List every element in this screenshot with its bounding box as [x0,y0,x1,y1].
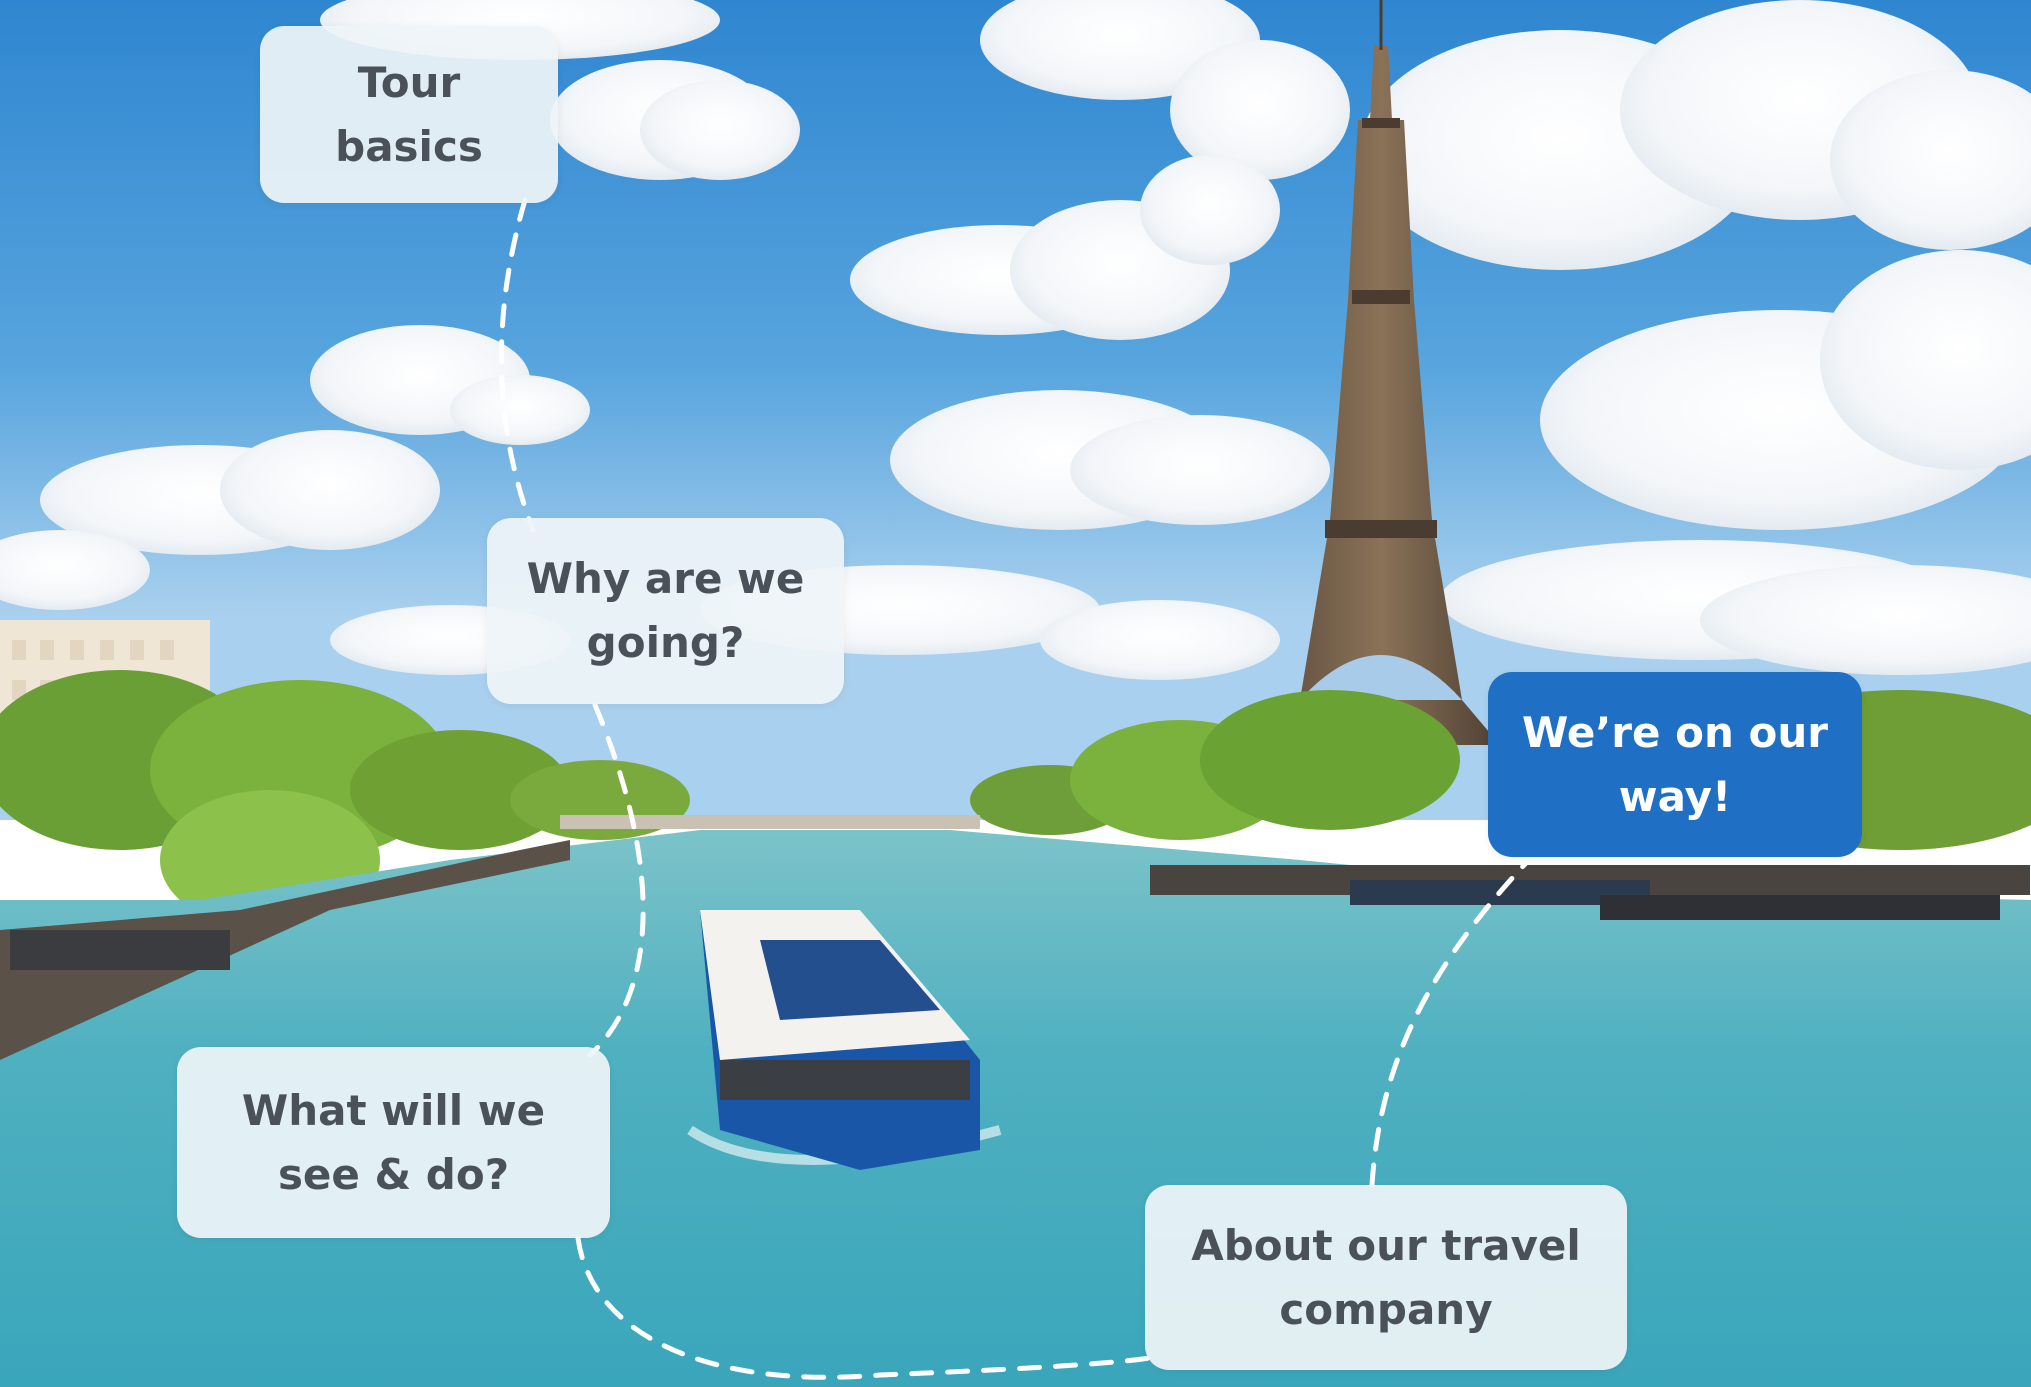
step-card-why-are-we-going[interactable]: Why are we going? [487,518,844,704]
step-label-line: way! [1618,771,1732,821]
step-label-line: We’re on our [1522,707,1828,757]
step-label-line: going? [586,618,745,667]
step-label-line: company [1279,1284,1493,1334]
step-label-line: see & do? [277,1149,510,1199]
journey-scene: Tour basics Why are we going? What will … [0,0,2031,1387]
step-card-what-will-we-see[interactable]: What will we see & do? [177,1047,610,1238]
step-label-line: What will we [241,1085,546,1135]
step-card-on-our-way[interactable]: We’re on our way! [1488,672,1862,857]
step-label-line: Why are we [526,554,805,603]
step-card-about-company[interactable]: About our travel company [1145,1185,1627,1370]
step-label-line: Tour [357,57,461,107]
step-card-tour-basics[interactable]: Tour basics [260,26,558,203]
step-label-line: About our travel [1191,1220,1581,1270]
step-label-line: basics [335,121,483,171]
